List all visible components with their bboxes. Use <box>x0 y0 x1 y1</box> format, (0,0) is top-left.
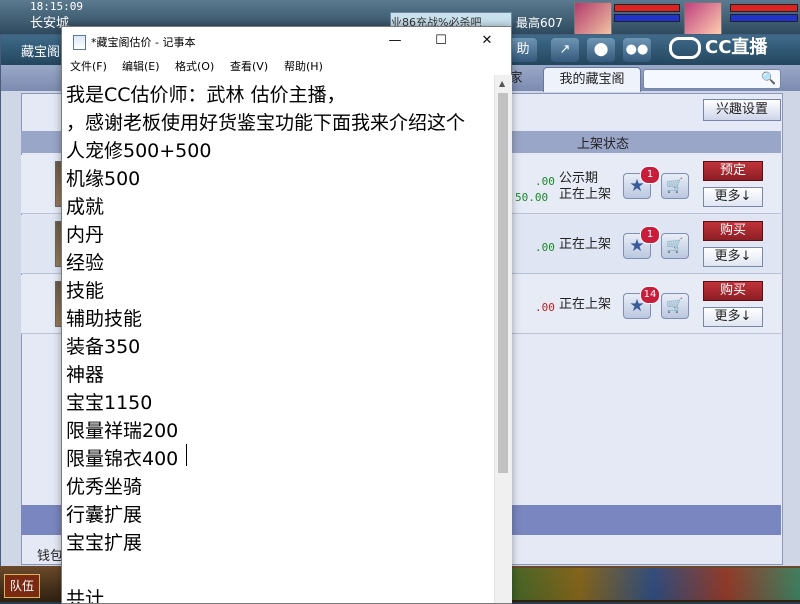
text-line: 成就 <box>66 196 105 218</box>
text-line: 共计 <box>66 588 105 603</box>
banner-score: 最高607 <box>516 16 563 30</box>
status-line-2: 正在上架 <box>559 187 612 202</box>
menu-view[interactable]: 查看(V) <box>230 58 268 74</box>
price-top: .00 <box>535 301 555 314</box>
minimize-button[interactable]: — <box>372 27 418 55</box>
favorite-count-badge: 1 <box>640 166 660 184</box>
search-icon[interactable]: 🔍 <box>761 71 776 85</box>
cart-icon[interactable]: 🛒 <box>661 173 689 199</box>
vertical-scrollbar[interactable]: ▲ <box>494 75 512 603</box>
tab-my-treasure[interactable]: 我的藏宝阁 <box>543 67 641 92</box>
mp-bar <box>614 14 680 22</box>
buy-button[interactable]: 购买 <box>703 221 763 241</box>
notepad-title-bar[interactable]: *藏宝阁估价 - 记事本 — ☐ ✕ <box>62 27 511 55</box>
text-line: 限量祥瑞200 <box>66 420 179 442</box>
text-line: 机缘500 <box>66 168 141 190</box>
reserve-button[interactable]: 预定 <box>703 161 763 181</box>
favorite-star-icon[interactable]: ★ 14 <box>623 286 660 319</box>
notepad-text-area[interactable]: 我是CC估价师：武林 估价主播， ，感谢老板使用好货鉴宝功能下面我来介绍这个 人… <box>62 75 494 603</box>
scrollbar-thumb[interactable] <box>498 93 508 473</box>
text-line: 优秀坐骑 <box>66 476 143 498</box>
close-button[interactable]: ✕ <box>464 27 510 55</box>
text-line: 内丹 <box>66 224 105 246</box>
share-icon[interactable]: ↗ <box>551 38 579 62</box>
menu-help[interactable]: 帮助(H) <box>284 58 323 74</box>
help-button[interactable]: 助 <box>509 38 537 62</box>
pet-mp-bar <box>730 14 798 22</box>
status-line-1: 正在上架 <box>559 237 612 252</box>
cc-live-logo: CC直播 <box>669 33 767 59</box>
text-line: 人宠修500+500 <box>66 140 212 162</box>
hp-bar <box>614 4 680 12</box>
favorite-star-icon[interactable]: ★ 1 <box>623 226 660 259</box>
cart-icon[interactable]: 🛒 <box>661 233 689 259</box>
text-line: ，感谢老板使用好货鉴宝功能下面我来介绍这个 <box>66 112 466 134</box>
text-line: 装备350 <box>66 336 141 358</box>
more-button[interactable]: 更多↓ <box>703 307 763 327</box>
cart-icon[interactable]: 🛒 <box>661 293 689 319</box>
price-bottom: 50.00 <box>515 191 549 204</box>
notepad-window: *藏宝阁估价 - 记事本 — ☐ ✕ 文件(F) 编辑(E) 格式(O) 查看(… <box>61 26 512 604</box>
cc-logo-icon <box>669 37 701 59</box>
text-line: 我是CC估价师：武林 估价主播， <box>66 84 346 106</box>
text-line: 行囊扩展 <box>66 504 143 526</box>
price-top: .00 <box>535 175 555 188</box>
chat-icon[interactable]: ●● <box>623 38 651 62</box>
team-button[interactable]: 队伍 <box>4 574 40 598</box>
column-status-label: 上架状态 <box>577 137 630 152</box>
text-line: 技能 <box>66 280 105 302</box>
favorite-star-icon[interactable]: ★ 1 <box>623 166 660 199</box>
status-line-1: 正在上架 <box>559 297 612 312</box>
text-line: 宝宝1150 <box>66 392 153 414</box>
pet-hp-bar <box>730 4 798 12</box>
notepad-icon <box>73 35 86 50</box>
text-line: 神器 <box>66 364 105 386</box>
buy-button[interactable]: 购买 <box>703 281 763 301</box>
text-line: 限量锦衣400 <box>66 448 179 470</box>
pet-avatar[interactable] <box>684 2 722 36</box>
menu-file[interactable]: 文件(F) <box>70 58 107 74</box>
notepad-title: *藏宝阁估价 - 记事本 <box>91 36 196 49</box>
more-button[interactable]: 更多↓ <box>703 247 763 267</box>
treasure-window-title: 藏宝阁 <box>21 45 61 60</box>
menu-format[interactable]: 格式(O) <box>175 58 214 74</box>
text-line: 辅助技能 <box>66 308 143 330</box>
game-skill-dock[interactable] <box>506 568 800 600</box>
scroll-up-icon[interactable]: ▲ <box>499 79 505 88</box>
cc-brand-text: CC直播 <box>705 37 768 58</box>
maximize-button[interactable]: ☐ <box>418 27 464 55</box>
interest-settings-button[interactable]: 兴趣设置 <box>703 99 781 121</box>
status-line-1: 公示期 <box>559 171 599 186</box>
record-icon[interactable]: ⬤ <box>587 38 615 62</box>
text-line: 宝宝扩展 <box>66 532 143 554</box>
favorite-count-badge: 1 <box>640 226 660 244</box>
text-line: 经验 <box>66 252 105 274</box>
more-button[interactable]: 更多↓ <box>703 187 763 207</box>
avatar[interactable] <box>574 2 612 36</box>
wallet-label[interactable]: 钱包 <box>37 545 63 564</box>
text-caret <box>186 444 187 466</box>
price-top: .00 <box>535 241 555 254</box>
menu-edit[interactable]: 编辑(E) <box>122 58 160 74</box>
favorite-count-badge: 14 <box>640 286 660 304</box>
search-input[interactable]: 🔍 <box>643 69 781 89</box>
notepad-menu-bar: 文件(F) 编辑(E) 格式(O) 查看(V) 帮助(H) <box>62 55 511 75</box>
